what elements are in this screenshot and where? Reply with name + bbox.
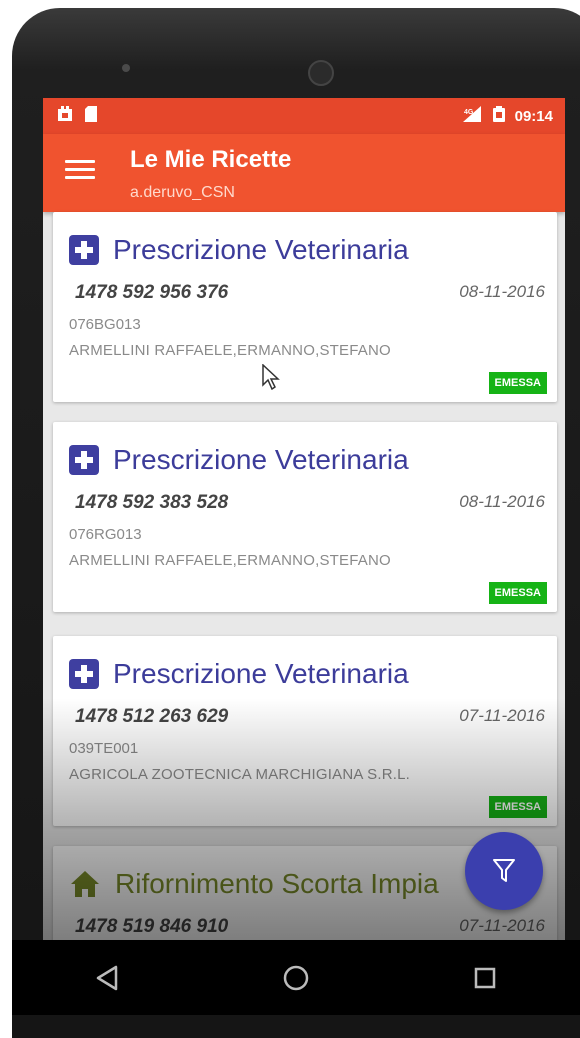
svg-text:4G: 4G — [464, 109, 474, 116]
prescription-number: 1478 519 846 910 — [75, 916, 229, 937]
nav-home-button[interactable] — [271, 953, 321, 1003]
filter-fab-button[interactable] — [465, 832, 543, 910]
front-camera — [308, 60, 334, 86]
prescription-card[interactable]: Prescrizione Veterinaria 1478 592 383 52… — [53, 422, 557, 612]
card-title: Prescrizione Veterinaria — [69, 658, 409, 690]
owner-name: AGRICOLA ZOOTECNICA MARCHIGIANA S.R.L. — [69, 766, 410, 783]
home-circle-icon — [283, 965, 309, 990]
clock: 09:14 — [514, 107, 553, 125]
plus-cross-icon — [69, 235, 99, 265]
app-bar: Le Mie Ricette a.deruvo_CSN — [43, 134, 565, 212]
sd-card-icon — [85, 106, 97, 126]
prescription-code: 076RG013 — [69, 526, 142, 543]
owner-name: ARMELLINI RAFFAELE,ERMANNO,STEFANO — [69, 342, 391, 359]
card-title: Prescrizione Veterinaria — [69, 444, 409, 476]
card-title: Rifornimento Scorta Impia — [69, 868, 439, 900]
owner-name: ARMELLINI RAFFAELE,ERMANNO,STEFANO — [69, 552, 391, 569]
app-screen: 4G 09:14 Le Mie Ricette a.deruvo_CSN Pre… — [43, 98, 565, 963]
prescription-code: 076BG013 — [69, 316, 141, 333]
status-bar: 4G 09:14 — [43, 98, 565, 134]
home-icon — [71, 871, 99, 897]
back-triangle-icon — [96, 965, 117, 990]
mouse-cursor-icon — [262, 364, 280, 390]
nav-recents-button[interactable] — [460, 953, 510, 1003]
plus-cross-icon — [69, 659, 99, 689]
status-badge: EMESSA — [488, 372, 547, 394]
app-title: Le Mie Ricette — [130, 146, 292, 173]
prescription-date: 07-11-2016 — [459, 706, 545, 725]
signal-icon: 4G — [462, 106, 483, 126]
battery-icon — [492, 106, 505, 126]
prescription-code: 039TE001 — [69, 740, 139, 757]
status-badge: EMESSA — [488, 582, 547, 604]
plus-cross-icon — [69, 445, 99, 475]
card-title: Prescrizione Veterinaria — [69, 234, 409, 266]
prescription-number: 1478 592 956 376 — [75, 282, 229, 303]
sensor-dot — [122, 64, 130, 72]
prescription-number: 1478 592 383 528 — [75, 492, 229, 513]
recents-square-icon — [475, 967, 496, 988]
account-name: a.deruvo_CSN — [130, 184, 235, 201]
nav-back-button[interactable] — [82, 953, 132, 1003]
filter-icon — [493, 859, 515, 882]
prescription-date: 07-11-2016 — [459, 916, 545, 935]
status-badge: EMESSA — [488, 796, 547, 818]
notification-icon — [57, 106, 73, 126]
prescription-number: 1478 512 263 629 — [75, 706, 229, 727]
prescription-date: 08-11-2016 — [459, 492, 545, 511]
hamburger-menu-icon[interactable] — [65, 160, 95, 184]
prescription-card[interactable]: Prescrizione Veterinaria 1478 512 263 62… — [53, 636, 557, 826]
prescription-date: 08-11-2016 — [459, 282, 545, 301]
system-nav-bar — [12, 940, 580, 1015]
prescription-card[interactable]: Prescrizione Veterinaria 1478 592 956 37… — [53, 212, 557, 402]
